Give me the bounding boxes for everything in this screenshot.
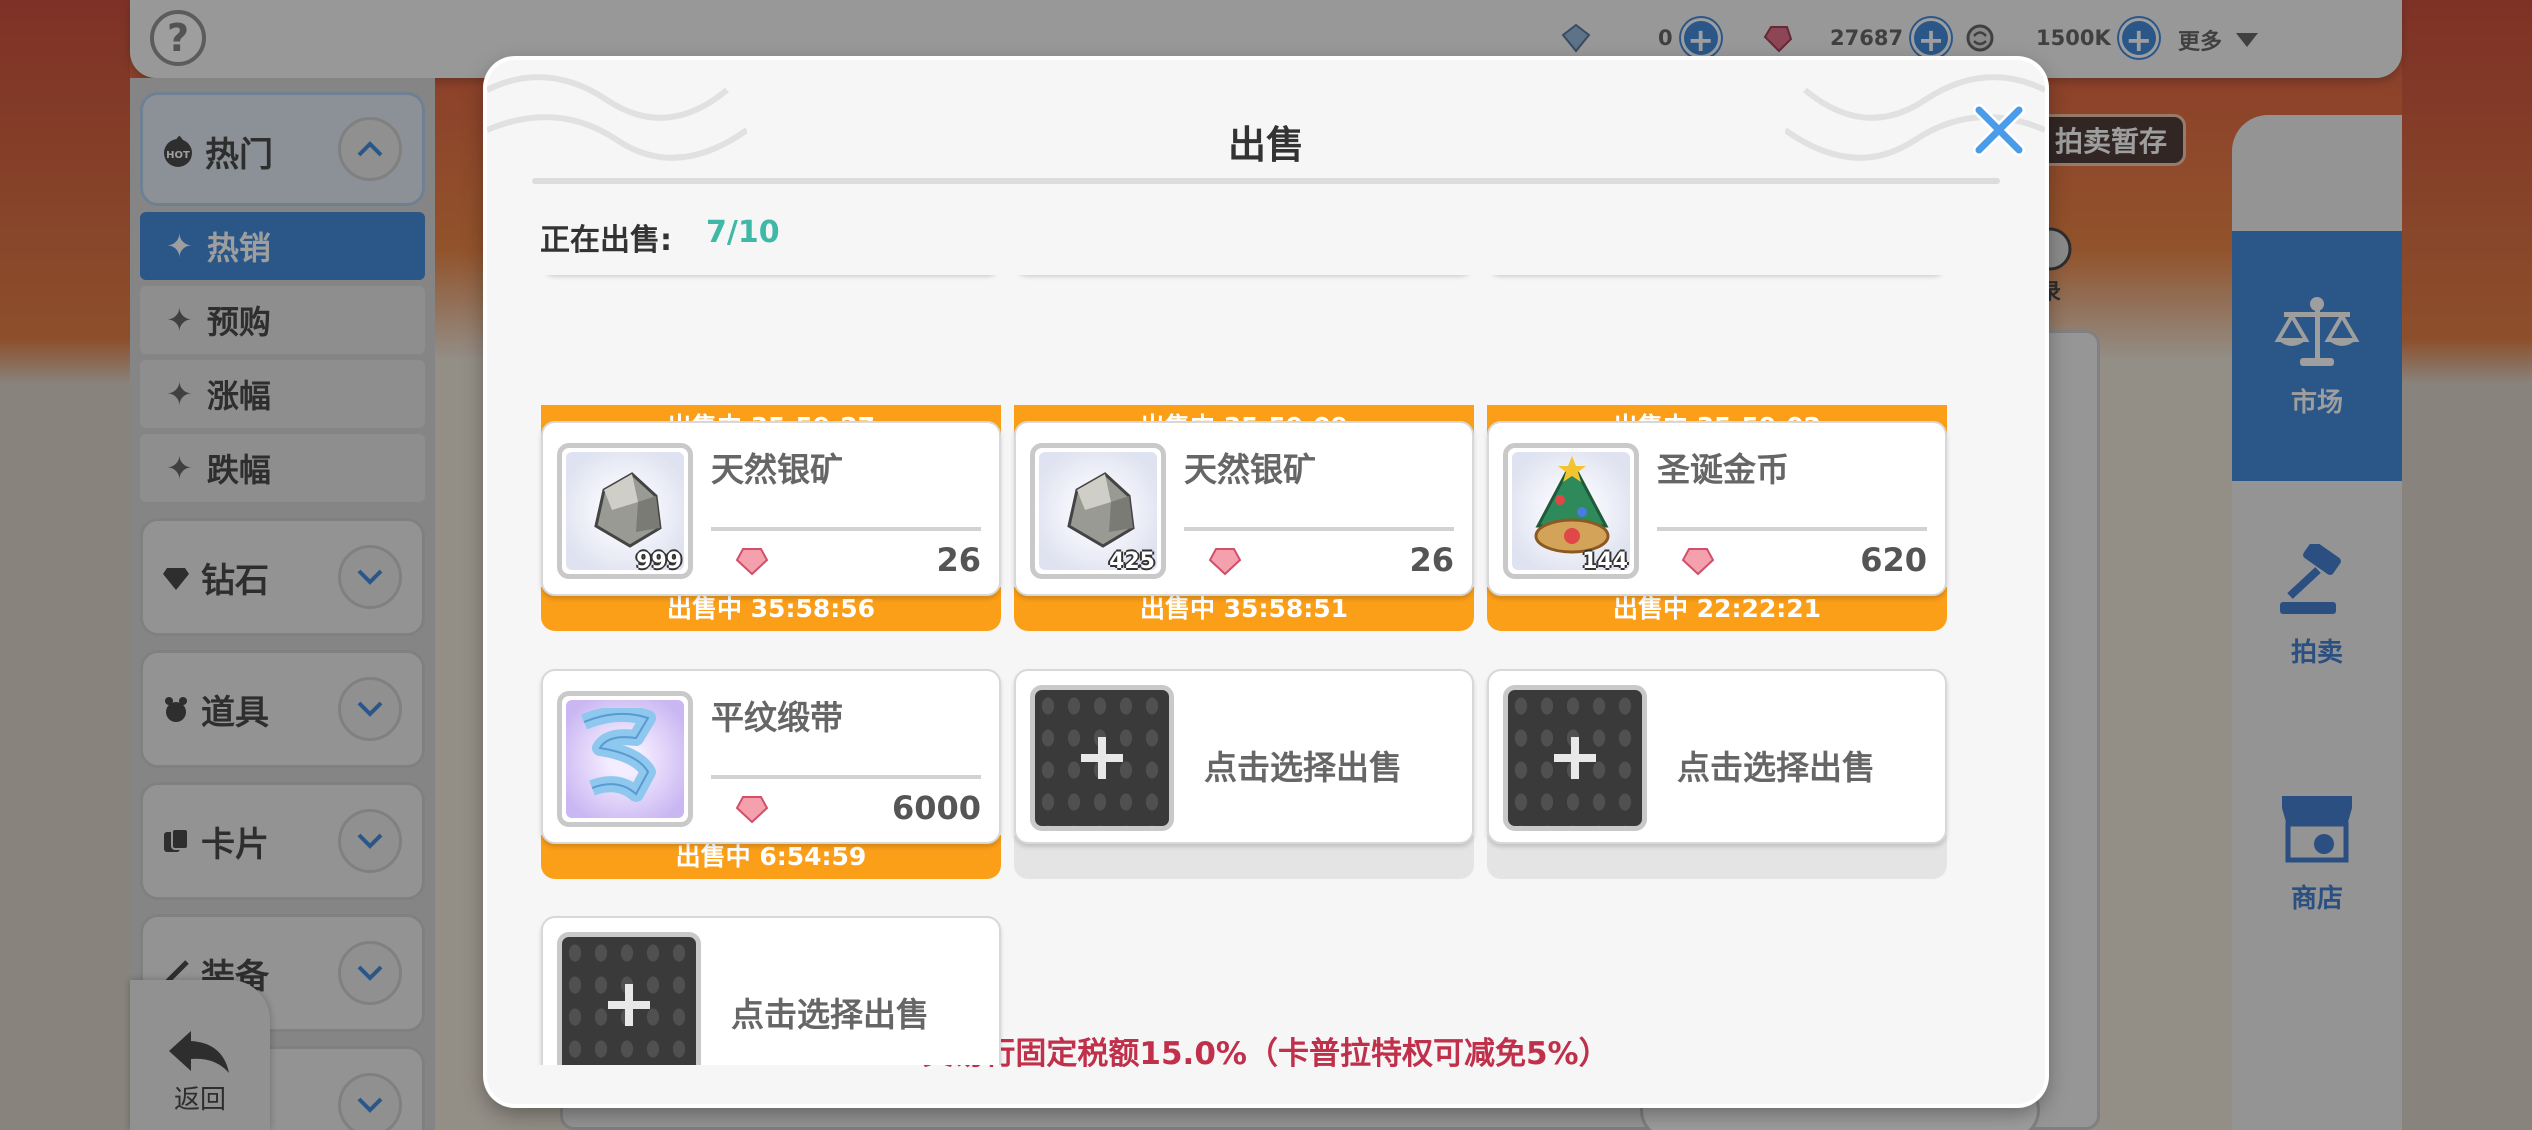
selling-count: 7/10 <box>706 215 780 250</box>
item-quantity: 425 <box>1109 549 1155 574</box>
add-item-frame[interactable] <box>557 932 701 1065</box>
item-quantity: 144 <box>1582 549 1628 574</box>
item-divider <box>1184 527 1454 531</box>
silver-ore-icon <box>594 472 662 548</box>
red-crystal-icon <box>1681 548 1715 576</box>
item-price: 6000 <box>891 789 981 827</box>
slot-card: 144 圣诞金币 620 <box>1487 421 1947 596</box>
item-frame <box>557 691 693 827</box>
empty-sell-slot[interactable]: 点击选择出售 <box>541 916 1001 1065</box>
item-divider <box>711 775 981 779</box>
silver-ore-icon <box>1067 472 1135 548</box>
slot-card: 点击选择出售 <box>541 916 1001 1065</box>
item-frame: 999 <box>557 443 693 579</box>
slot-card: 平纹缎带 6000 <box>541 669 1001 844</box>
close-icon <box>1973 104 2025 156</box>
red-crystal-icon <box>1208 548 1242 576</box>
slot-card: 999 天然银矿 26 <box>541 421 1001 596</box>
add-item-frame[interactable] <box>1030 685 1174 831</box>
item-frame: 144 <box>1503 443 1639 579</box>
empty-sell-slot[interactable]: 点击选择出售 <box>1487 669 1947 879</box>
slot-card: 点击选择出售 <box>1487 669 1947 844</box>
plus-icon <box>608 984 650 1026</box>
item-name: 圣诞金币 <box>1657 450 1789 489</box>
item-quantity: 999 <box>636 549 682 574</box>
sell-dialog: 出售 正在出售: 7/10 出售中 35:59:27 出售中 35:59:09 … <box>487 60 2045 1104</box>
plus-icon <box>1554 737 1596 779</box>
sell-slot[interactable]: 出售中 22:22:21 144 圣诞金币 620 <box>1487 421 1947 631</box>
empty-sell-slot[interactable]: 点击选择出售 <box>1014 669 1474 879</box>
item-frame: 425 <box>1030 443 1166 579</box>
slot-card: 点击选择出售 <box>1014 669 1474 844</box>
plus-icon <box>1081 737 1123 779</box>
dialog-title: 出售 <box>1227 123 1304 167</box>
close-button[interactable] <box>1967 98 2031 162</box>
item-name: 平纹缎带 <box>711 698 843 737</box>
slot-card: 425 天然银矿 26 <box>1014 421 1474 596</box>
item-name: 天然银矿 <box>711 450 843 489</box>
ribbon-icon <box>580 708 656 802</box>
item-price: 26 <box>936 541 981 579</box>
item-price: 26 <box>1409 541 1454 579</box>
selling-label: 正在出售: <box>540 223 672 258</box>
christmas-coin-icon <box>1534 456 1610 554</box>
add-item-frame[interactable] <box>1503 685 1647 831</box>
item-divider <box>1657 527 1927 531</box>
selling-status: 正在出售: 7/10 <box>540 215 780 259</box>
sell-slot[interactable]: 出售中 35:58:51 425 天然银矿 26 <box>1014 421 1474 631</box>
item-price: 620 <box>1860 541 1927 579</box>
empty-slot-label: 点击选择出售 <box>1677 748 1875 787</box>
sell-slot[interactable]: 出售中 35:58:56 999 天然银矿 26 <box>541 421 1001 631</box>
empty-slot-label: 点击选择出售 <box>731 995 929 1034</box>
sell-slot[interactable]: 出售中 6:54:59 平纹缎带 6000 <box>541 669 1001 879</box>
empty-slot-label: 点击选择出售 <box>1204 748 1402 787</box>
item-divider <box>711 527 981 531</box>
red-crystal-icon <box>735 796 769 824</box>
title-divider <box>532 178 2000 184</box>
sell-slot-list[interactable]: 出售中 35:59:27 出售中 35:59:09 出售中 35:59:02 出… <box>487 275 2045 1065</box>
item-name: 天然银矿 <box>1184 450 1316 489</box>
red-crystal-icon <box>735 548 769 576</box>
